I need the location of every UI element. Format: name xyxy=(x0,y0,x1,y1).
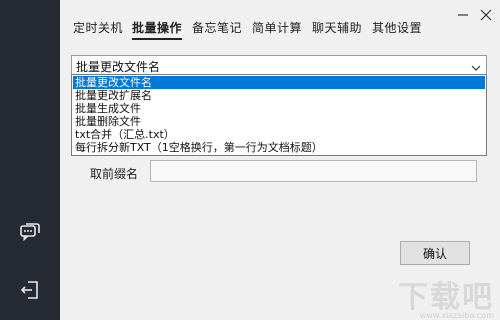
tab-simple-calculation[interactable]: 简单计算 xyxy=(252,19,302,36)
tab-timer-shutdown[interactable]: 定时关机 xyxy=(73,19,123,36)
logout-icon[interactable] xyxy=(18,278,42,302)
option-generate-files[interactable]: 批量生成文件 xyxy=(73,102,485,115)
confirm-button[interactable]: 确认 xyxy=(400,241,470,265)
option-split-txt[interactable]: 每行拆分新TXT（1空格换行，第一行为文档标题） xyxy=(73,141,485,154)
option-merge-txt[interactable]: txt合并（汇总.txt） xyxy=(73,128,485,141)
sidebar xyxy=(0,0,60,320)
option-rename-files[interactable]: 批量更改文件名 xyxy=(73,76,485,89)
option-change-extension[interactable]: 批量更改扩展名 xyxy=(73,89,485,102)
operation-options-list: 批量更改文件名 批量更改扩展名 批量生成文件 批量删除文件 txt合并（汇总.t… xyxy=(71,74,487,156)
prefix-field[interactable] xyxy=(150,160,477,182)
chat-icon[interactable] xyxy=(18,220,42,244)
operation-select[interactable]: 批量更改文件名 xyxy=(71,55,487,75)
tab-batch-operations[interactable]: 批量操作 xyxy=(132,19,182,36)
option-delete-files[interactable]: 批量删除文件 xyxy=(73,115,485,128)
close-icon[interactable] xyxy=(477,6,495,24)
tab-memo-notes[interactable]: 备忘笔记 xyxy=(192,19,242,36)
active-tab-underline xyxy=(132,38,182,40)
tab-bar: 定时关机 批量操作 备忘笔记 简单计算 聊天辅助 其他设置 xyxy=(60,0,500,52)
prefix-field-label: 取前缀名 xyxy=(90,167,139,181)
tab-chat-assistant[interactable]: 聊天辅助 xyxy=(312,19,362,36)
main-panel: 定时关机 批量操作 备忘笔记 简单计算 聊天辅助 其他设置 批量更改文件名 批量… xyxy=(60,0,500,320)
operation-select-value: 批量更改文件名 xyxy=(76,60,161,74)
minimize-icon[interactable] xyxy=(454,6,472,24)
watermark-logo: 下载吧 xyxy=(398,280,494,315)
watermark-url: www.xiazaiba.com xyxy=(419,311,494,320)
tab-other-settings[interactable]: 其他设置 xyxy=(372,19,422,36)
